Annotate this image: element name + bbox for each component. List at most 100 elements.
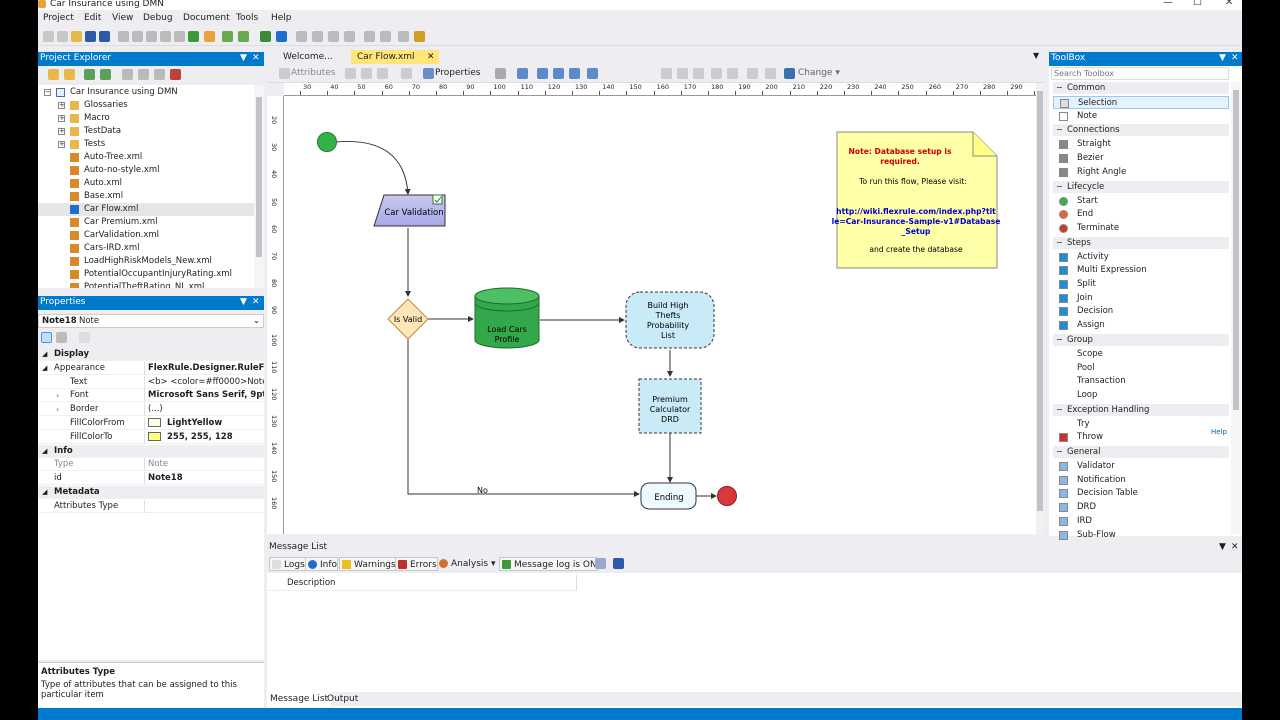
remove-icon[interactable] <box>170 69 181 80</box>
step-icon[interactable] <box>312 31 323 42</box>
toolbox-item[interactable]: Scope <box>1053 348 1229 361</box>
pin-icon[interactable]: ▼ <box>1219 541 1226 554</box>
categorized-icon[interactable] <box>41 332 52 343</box>
logs-button[interactable]: Logs <box>269 557 306 571</box>
tree-item[interactable]: CarValidation.xml <box>38 229 254 242</box>
premium-calculator-node[interactable]: Premium Calculator DRD <box>638 378 702 434</box>
toolbox-search-input[interactable] <box>1051 67 1229 80</box>
toolbox-item[interactable]: End <box>1053 208 1229 221</box>
paste-icon[interactable] <box>361 68 372 79</box>
help-link[interactable]: Help <box>1211 428 1227 436</box>
export-image-icon[interactable] <box>587 68 598 79</box>
property-value-cell[interactable]: Microsoft Sans Serif, 9pt <box>148 389 264 402</box>
toolbox-group[interactable]: − Common <box>1053 82 1229 94</box>
property-value[interactable]: <b> <color=#ff0000>Note: Datab <box>148 377 264 387</box>
toolbox-item[interactable]: Decision Table <box>1053 487 1229 500</box>
property-value-cell[interactable]: <b> <color=#ff0000>Note: Datab <box>148 376 264 389</box>
new-project-icon[interactable] <box>57 31 68 42</box>
tree-root[interactable]: − Car Insurance using DMN <box>38 86 254 99</box>
save-icon[interactable] <box>85 31 96 42</box>
property-category[interactable]: ◢ Info <box>38 444 264 458</box>
close-window-icon[interactable]: ✕ <box>1225 0 1233 8</box>
info-button[interactable]: Info <box>305 557 339 571</box>
validate-icon[interactable] <box>238 31 249 42</box>
build-icon[interactable] <box>260 31 271 42</box>
copy-icon[interactable] <box>345 68 356 79</box>
tree-item[interactable]: LoadHighRiskModels_New.xml <box>38 255 254 268</box>
sort-alpha-icon[interactable] <box>56 332 67 343</box>
toolbox-item[interactable]: Decision <box>1053 305 1229 318</box>
tab-car-flow[interactable]: Car Flow.xml ✕ <box>351 50 439 64</box>
close-panel-icon[interactable]: ✕ <box>252 296 260 309</box>
property-row[interactable]: FillColorFrom LightYellow <box>38 417 264 430</box>
expand-icon[interactable]: › <box>56 389 59 402</box>
align-center-icon[interactable] <box>677 68 688 79</box>
tree-item[interactable]: Cars-IRD.xml <box>38 242 254 255</box>
align-right-icon[interactable] <box>693 68 704 79</box>
toolbox-scrollbar[interactable] <box>1231 82 1241 534</box>
save-all-icon[interactable] <box>99 31 110 42</box>
toolbox-group[interactable]: − Steps <box>1053 236 1229 249</box>
menu-edit[interactable]: Edit <box>84 13 101 23</box>
collapse-icon[interactable]: − <box>1056 334 1063 346</box>
zoom-fit-icon[interactable] <box>569 68 580 79</box>
layout-icon[interactable] <box>517 68 528 79</box>
expand-icon[interactable]: + <box>58 102 65 109</box>
property-category[interactable]: ◢ Metadata <box>38 486 264 499</box>
toolbox-item[interactable]: Bezier <box>1053 152 1229 165</box>
toolbox-item[interactable]: Multi Expression <box>1053 264 1229 277</box>
cut-icon[interactable] <box>118 31 129 42</box>
property-row[interactable]: ◢ Appearance FlexRule.Designer.RuleFlow.No… <box>38 361 264 375</box>
toolbox-item[interactable]: Assign <box>1053 319 1229 332</box>
toolbox-item[interactable]: Start <box>1053 195 1229 208</box>
properties-button[interactable]: Properties <box>423 68 480 79</box>
property-row[interactable]: FillColorTo 255, 255, 128 <box>38 430 264 444</box>
toolbox-item[interactable]: DRD <box>1053 501 1229 514</box>
run-icon[interactable] <box>276 31 287 42</box>
expand-icon[interactable]: + <box>58 115 65 122</box>
start-node[interactable] <box>317 132 337 152</box>
view-code-icon[interactable] <box>154 69 165 80</box>
same-size-icon[interactable] <box>765 68 776 79</box>
align-middle-icon[interactable] <box>727 68 738 79</box>
tree-scrollbar[interactable] <box>254 85 264 288</box>
toolbox-item[interactable]: Validator <box>1053 460 1229 473</box>
property-value[interactable]: (...) <box>148 404 163 414</box>
tab-message-list[interactable]: Message List <box>267 692 332 706</box>
toolbox-item[interactable]: Terminate <box>1053 222 1229 235</box>
format-icon[interactable] <box>377 68 388 79</box>
toolbox-group[interactable]: − Exception Handling <box>1053 403 1229 416</box>
document-icon[interactable] <box>204 31 215 42</box>
menu-help[interactable]: Help <box>271 13 292 23</box>
paste-icon[interactable] <box>146 31 157 42</box>
collapse-icon[interactable]: ◢ <box>42 445 47 458</box>
collapse-icon[interactable]: − <box>1056 446 1063 458</box>
breakpoint-icon[interactable] <box>364 31 375 42</box>
step-over-icon[interactable] <box>328 31 339 42</box>
zoom-in-icon[interactable] <box>537 68 548 79</box>
toolbox-item[interactable]: Throw <box>1053 431 1229 444</box>
add-icon[interactable] <box>100 69 111 80</box>
undo-icon[interactable] <box>174 31 185 42</box>
property-row[interactable]: Text <b> <color=#ff0000>Note: Datab <box>38 375 264 389</box>
property-value[interactable]: LightYellow <box>167 418 222 428</box>
scroll-thumb[interactable] <box>256 97 262 257</box>
publish-icon[interactable] <box>188 31 199 42</box>
car-validation-node[interactable]: Car Validation <box>373 194 446 227</box>
property-value-cell[interactable]: FlexRule.Designer.RuleFlow.Note <box>148 362 264 375</box>
toolbox-item[interactable]: Transaction <box>1053 375 1229 388</box>
collapse-icon[interactable]: ◢ <box>42 348 47 361</box>
ending-node[interactable]: Ending <box>640 482 697 510</box>
new-icon[interactable] <box>43 31 54 42</box>
tree-item[interactable]: PotentialOccupantInjuryRating.xml <box>38 268 254 281</box>
collapse-icon[interactable]: − <box>1056 82 1063 94</box>
property-row[interactable]: id Note18 <box>38 472 264 486</box>
chevron-down-icon[interactable]: ⌄ <box>253 315 260 327</box>
tree-item[interactable]: PotentialTheftRating_NL.xml <box>38 281 254 288</box>
tree-item[interactable]: + Glossaries <box>38 99 254 112</box>
end-node[interactable] <box>717 486 737 506</box>
align-top-icon[interactable] <box>711 68 722 79</box>
tree-item[interactable]: Auto.xml <box>38 177 254 190</box>
minimize-icon[interactable]: — <box>1163 0 1173 8</box>
properties-icon[interactable] <box>122 69 133 80</box>
